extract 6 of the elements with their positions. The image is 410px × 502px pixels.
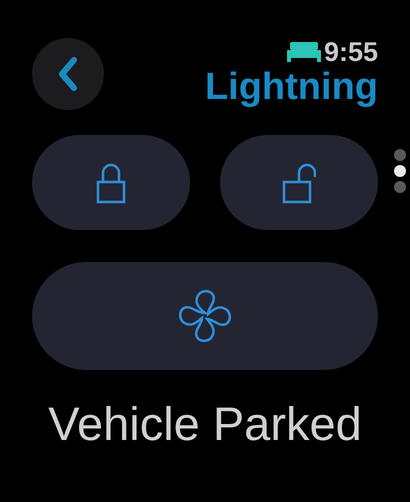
app-title: Lightning [204, 68, 378, 106]
unlocked-padlock-icon [282, 162, 316, 204]
vehicle-status: Vehicle Parked [48, 400, 362, 447]
clock-time: 9:55 [324, 38, 378, 66]
chevron-left-icon [57, 56, 79, 92]
locked-padlock-icon [94, 162, 128, 204]
